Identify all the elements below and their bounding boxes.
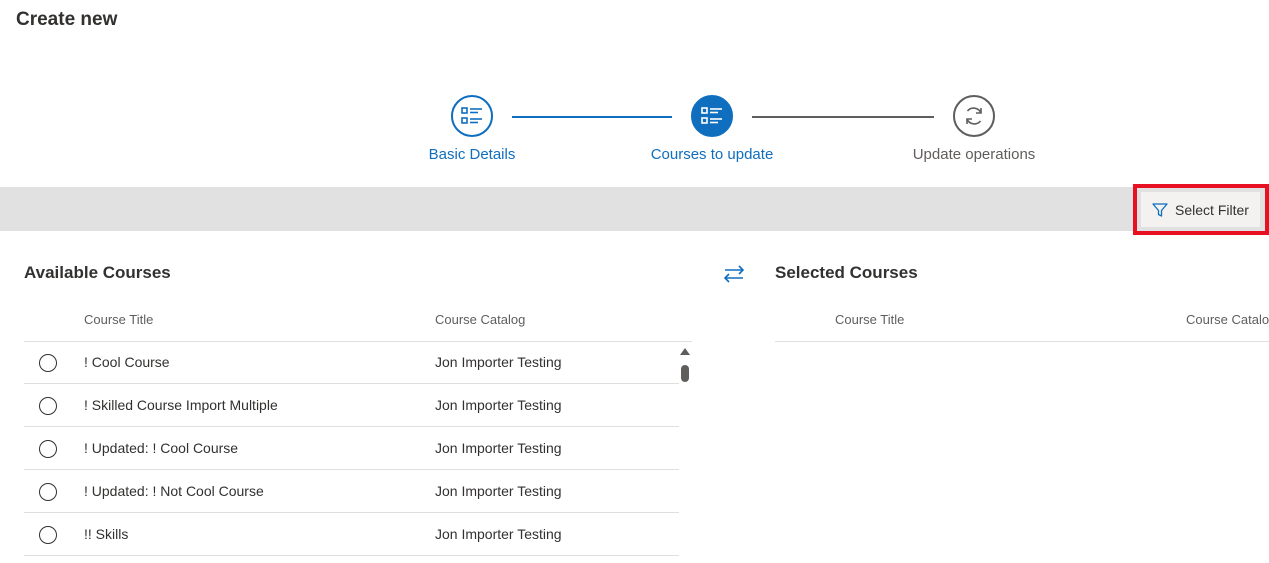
sync-icon <box>966 107 982 125</box>
select-filter-button[interactable]: Select Filter <box>1141 192 1260 227</box>
course-catalog-cell: Jon Importer Testing <box>435 354 562 370</box>
step-circle <box>953 95 995 137</box>
selected-column-header-course-title[interactable]: Course Title <box>835 312 904 327</box>
select-filter-label: Select Filter <box>1175 201 1249 218</box>
step-label: Courses to update <box>650 146 774 163</box>
selected-header-divider <box>775 341 1269 342</box>
course-title-cell: !! Skills <box>84 526 129 542</box>
row-radio[interactable] <box>39 483 57 501</box>
table-row[interactable]: ! Cool Course Jon Importer Testing <box>24 341 679 384</box>
filter-icon <box>1152 202 1168 217</box>
selected-courses-title: Selected Courses <box>775 263 918 282</box>
selected-column-header-course-catalog[interactable]: Course Catalog <box>1186 312 1269 327</box>
course-title-cell: ! Cool Course <box>84 354 170 370</box>
row-radio[interactable] <box>39 354 57 372</box>
table-row[interactable]: !! Skills Jon Importer Testing <box>24 513 679 556</box>
scroll-thumb[interactable] <box>681 365 689 382</box>
course-catalog-cell: Jon Importer Testing <box>435 440 562 456</box>
step-courses-to-update[interactable]: Courses to update <box>622 95 802 163</box>
step-circle <box>451 95 493 137</box>
table-row[interactable]: ! Skilled Course Import Multiple Jon Imp… <box>24 384 679 427</box>
course-title-cell: ! Updated: ! Cool Course <box>84 440 239 456</box>
available-courses-title: Available Courses <box>24 263 171 282</box>
course-catalog-cell: Jon Importer Testing <box>435 397 562 413</box>
column-header-course-catalog[interactable]: Course Catalog <box>435 312 525 327</box>
row-radio[interactable] <box>39 526 57 544</box>
step-label: Update operations <box>912 146 1036 163</box>
table-row[interactable]: ! Updated: ! Cool Course Jon Importer Te… <box>24 427 679 470</box>
course-catalog-cell: Jon Importer Testing <box>435 483 562 499</box>
course-title-cell: ! Updated: ! Not Cool Course <box>84 483 264 499</box>
filter-toolbar <box>0 187 1269 231</box>
available-courses-list: ! Cool Course Jon Importer Testing ! Ski… <box>24 341 679 556</box>
row-radio[interactable] <box>39 397 57 415</box>
step-label: Basic Details <box>428 146 516 163</box>
step-update-operations[interactable]: Update operations <box>884 95 1064 163</box>
course-catalog-cell: Jon Importer Testing <box>435 526 562 542</box>
row-radio[interactable] <box>39 440 57 458</box>
column-header-course-title[interactable]: Course Title <box>84 312 153 327</box>
course-title-cell: ! Skilled Course Import Multiple <box>84 397 278 413</box>
list-icon <box>701 107 722 124</box>
scroll-up-arrow-icon[interactable] <box>680 348 690 355</box>
step-circle <box>691 95 733 137</box>
page-title: Create new <box>16 9 118 30</box>
swap-icon[interactable] <box>722 262 746 286</box>
table-row[interactable]: ! Updated: ! Not Cool Course Jon Importe… <box>24 470 679 513</box>
wizard-stepper: Basic Details Courses to update Update o <box>0 95 1269 175</box>
list-icon <box>461 107 482 124</box>
list-scrollbar[interactable] <box>679 343 692 563</box>
step-basic-details[interactable]: Basic Details <box>382 95 562 163</box>
